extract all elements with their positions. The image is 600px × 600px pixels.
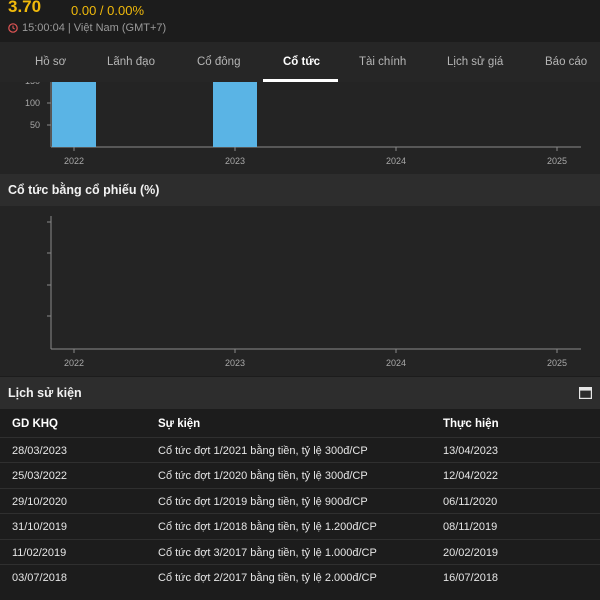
cash-dividend-chart-svg: 2022 2023 2024 2025 150 100 50 <box>25 74 581 166</box>
x-tick-label: 2025 <box>547 358 567 368</box>
row-execution-date: 08/11/2019 <box>443 521 498 533</box>
row-event: Cổ tức đợt 1/2019 bằng tiền, tỷ lệ 900đ/… <box>158 496 368 508</box>
stock-dividend-section-header: Cổ tức bằng cổ phiếu (%) <box>0 174 600 206</box>
event-history-header: Lịch sử kiện <box>0 377 600 409</box>
tab-financials[interactable]: Tài chính <box>359 56 406 68</box>
y-tick-label: 50 <box>30 120 40 130</box>
bar <box>213 74 257 147</box>
row-event: Cổ tức đợt 3/2017 bằng tiền, tỷ lệ 1.000… <box>158 547 377 559</box>
time-row: 15:00:04 | Việt Nam (GMT+7) <box>8 22 166 34</box>
x-tick-label: 2024 <box>386 358 406 368</box>
x-tick-label: 2022 <box>64 156 84 166</box>
x-tick-label: 2025 <box>547 156 567 166</box>
x-tick-label: 2024 <box>386 156 406 166</box>
table-row[interactable]: 03/07/2018 Cổ tức đợt 2/2017 bằng tiền, t… <box>0 564 600 590</box>
quote-header: 3.70 0.00 / 0.00% 15:00:04 | Việt Nam (G… <box>0 0 600 40</box>
quote-time: 15:00:04 | Việt Nam (GMT+7) <box>22 22 167 34</box>
row-execution-date: 20/02/2019 <box>443 547 499 559</box>
table-row[interactable]: 11/02/2019 Cổ tức đợt 3/2017 bằng tiền, t… <box>0 539 600 565</box>
tab-profile[interactable]: Hồ sơ <box>35 56 66 68</box>
row-ex-date: 31/10/2019 <box>12 521 68 533</box>
stock-dividend-chart-svg: 2022 2023 2024 2025 <box>47 216 581 368</box>
tab-shareholders[interactable]: Cổ đông <box>197 56 240 68</box>
x-tick-label: 2023 <box>225 358 245 368</box>
table-row[interactable]: 25/03/2022 Cổ tức đợt 1/2020 bằng tiền, t… <box>0 462 600 488</box>
row-ex-date: 03/07/2018 <box>12 572 68 584</box>
column-header-event: Sự kiện <box>158 418 201 430</box>
tab-dividends[interactable]: Cổ tức <box>283 56 320 68</box>
row-ex-date: 25/03/2022 <box>12 470 68 482</box>
event-table-header: GD KHQ Sự kiện Thực hiện <box>0 410 600 436</box>
clock-icon <box>8 23 18 33</box>
row-execution-date: 13/04/2023 <box>443 445 499 457</box>
row-event: Cổ tức đợt 2/2017 bằng tiền, tỷ lệ 2.000… <box>158 572 377 584</box>
table-row[interactable]: 31/10/2019 Cổ tức đợt 1/2018 bằng tiền, t… <box>0 513 600 539</box>
stock-dividend-chart: 2022 2023 2024 2025 <box>0 206 600 376</box>
row-execution-date: 12/04/2022 <box>443 470 499 482</box>
row-execution-date: 06/11/2020 <box>443 496 498 508</box>
column-header-execution-date: Thực hiện <box>443 418 499 430</box>
bar <box>52 74 96 147</box>
event-history-title: Lịch sử kiện <box>8 386 82 400</box>
tab-reports[interactable]: Báo cáo <box>545 56 587 68</box>
y-tick-label: 150 <box>25 82 40 86</box>
row-ex-date: 11/02/2019 <box>12 547 67 559</box>
cash-dividend-chart: 2022 2023 2024 2025 150 100 50 <box>0 74 600 174</box>
row-execution-date: 16/07/2018 <box>443 572 499 584</box>
stock-dividend-title: Cổ tức bằng cổ phiếu (%) <box>8 183 160 197</box>
row-ex-date: 29/10/2020 <box>12 496 68 508</box>
x-tick-label: 2023 <box>225 156 245 166</box>
y-tick-label: 100 <box>25 98 40 108</box>
row-ex-date: 28/03/2023 <box>12 445 68 457</box>
row-event: Cổ tức đợt 1/2018 bằng tiền, tỷ lệ 1.200… <box>158 521 377 533</box>
tab-leadership[interactable]: Lãnh đạo <box>107 56 155 68</box>
calendar-icon[interactable] <box>579 387 592 399</box>
tab-price-history[interactable]: Lịch sử giá <box>447 56 503 68</box>
x-tick-label: 2022 <box>64 358 84 368</box>
tab-bar: Hồ sơ Lãnh đạo Cổ đông Cổ tức Tài chính … <box>0 42 600 82</box>
table-row[interactable]: 28/03/2023 Cổ tức đợt 1/2021 bằng tiền, t… <box>0 437 600 463</box>
column-header-ex-date: GD KHQ <box>12 418 58 430</box>
row-event: Cổ tức đợt 1/2021 bằng tiền, tỷ lệ 300đ/… <box>158 445 368 457</box>
price: 3.70 <box>8 0 42 16</box>
price-change: 0.00 / 0.00% <box>71 3 144 18</box>
row-event: Cổ tức đợt 1/2020 bằng tiền, tỷ lệ 300đ/… <box>158 470 368 482</box>
table-row[interactable]: 29/10/2020 Cổ tức đợt 1/2019 bằng tiền, t… <box>0 488 600 514</box>
